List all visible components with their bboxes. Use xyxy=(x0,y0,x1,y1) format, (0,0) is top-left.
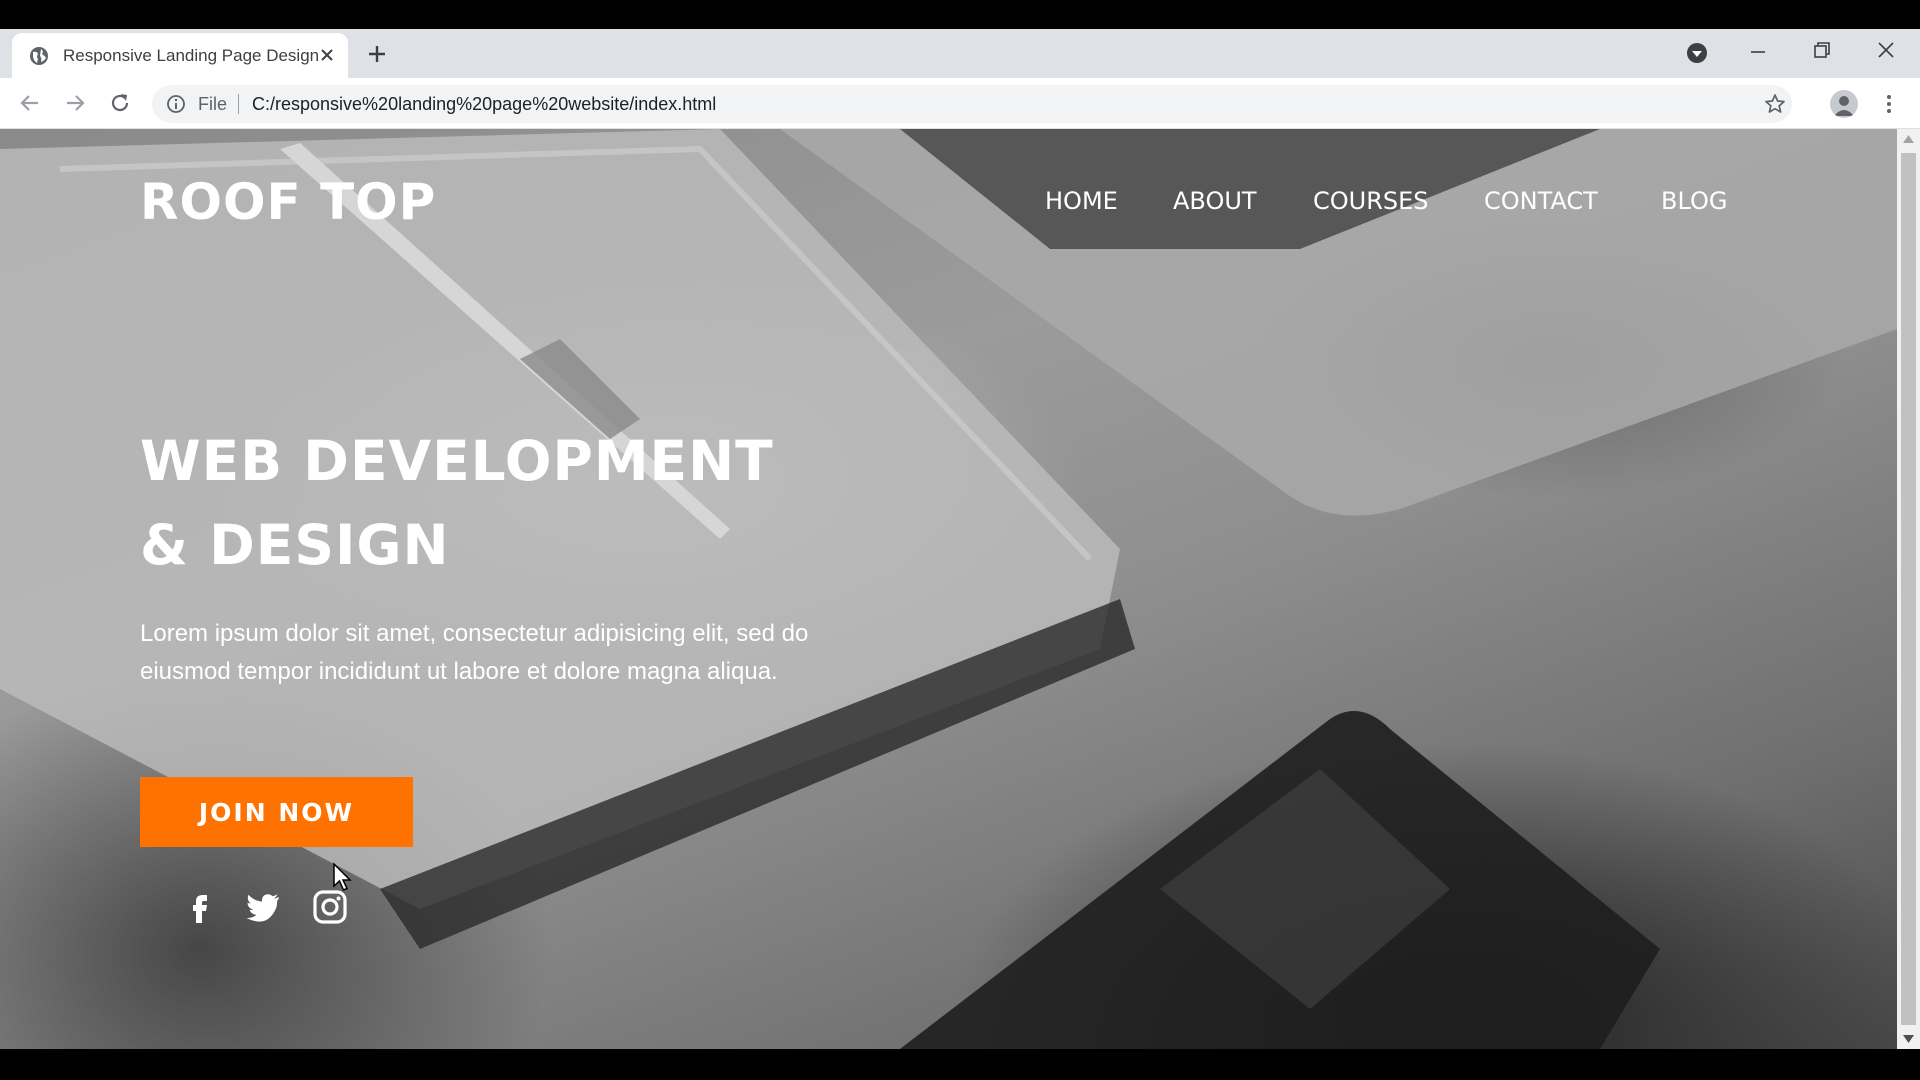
instagram-icon[interactable] xyxy=(310,887,350,927)
reload-icon[interactable] xyxy=(107,90,133,116)
address-url[interactable]: C:/responsive%20landing%20page%20website… xyxy=(252,94,716,115)
new-tab-icon[interactable] xyxy=(365,42,389,66)
info-icon[interactable] xyxy=(166,94,186,114)
nav-blog[interactable]: BLOG xyxy=(1661,187,1727,215)
nav-contact[interactable]: CONTACT xyxy=(1484,187,1598,215)
profile-avatar[interactable] xyxy=(1830,90,1858,118)
scroll-up-arrow-icon[interactable] xyxy=(1903,135,1914,143)
nav-courses[interactable]: COURSES xyxy=(1313,187,1429,215)
person-icon xyxy=(1834,96,1854,116)
globe-icon xyxy=(30,46,48,65)
bookmark-star-icon[interactable] xyxy=(1764,93,1786,115)
hero-background-image xyxy=(0,129,1897,1049)
hero-description: Lorem ipsum dolor sit amet, consectetur … xyxy=(140,620,809,685)
address-scheme-label: File xyxy=(198,94,228,114)
back-icon[interactable] xyxy=(17,90,43,116)
top-letterbox xyxy=(0,0,1920,29)
twitter-icon[interactable] xyxy=(243,887,283,927)
hero-title-line-1: WEB DEVELOPMENT xyxy=(140,429,774,493)
nav-about[interactable]: ABOUT xyxy=(1173,187,1257,215)
browser-tab-strip: Responsive Landing Page Design xyxy=(0,29,1920,78)
restore-icon[interactable] xyxy=(1811,39,1833,61)
window-close-icon[interactable] xyxy=(1875,39,1897,61)
scrollbar-thumb[interactable] xyxy=(1901,153,1916,1025)
join-now-button[interactable]: JOIN NOW xyxy=(140,777,413,847)
browser-tab[interactable]: Responsive Landing Page Design xyxy=(12,33,348,78)
tab-search-icon[interactable] xyxy=(1686,42,1708,64)
facebook-icon[interactable] xyxy=(180,887,220,927)
browser-toolbar: File C:/responsive%20landing%20page%20we… xyxy=(0,78,1920,129)
hero-title-line-2: & DESIGN xyxy=(140,513,450,577)
page-scrollbar[interactable] xyxy=(1897,129,1920,1049)
tab-title: Responsive Landing Page Design xyxy=(63,45,320,65)
nav-home[interactable]: HOME xyxy=(1045,187,1118,215)
bottom-letterbox xyxy=(0,1049,1920,1080)
mouse-cursor-icon xyxy=(333,862,352,891)
menu-kebab-icon[interactable] xyxy=(1882,92,1896,116)
hero-title: WEB DEVELOPMENT & DESIGN xyxy=(140,419,840,587)
minimize-icon[interactable] xyxy=(1747,41,1769,63)
page-viewport: ROOF TOP HOME ABOUT COURSES CONTACT BLOG… xyxy=(0,129,1897,1049)
address-bar[interactable]: File C:/responsive%20landing%20page%20we… xyxy=(152,85,1792,123)
site-logo[interactable]: ROOF TOP xyxy=(140,173,436,231)
forward-icon[interactable] xyxy=(62,90,88,116)
scroll-down-arrow-icon[interactable] xyxy=(1903,1035,1914,1043)
tab-close-icon[interactable] xyxy=(318,46,336,64)
address-separator xyxy=(238,94,239,114)
